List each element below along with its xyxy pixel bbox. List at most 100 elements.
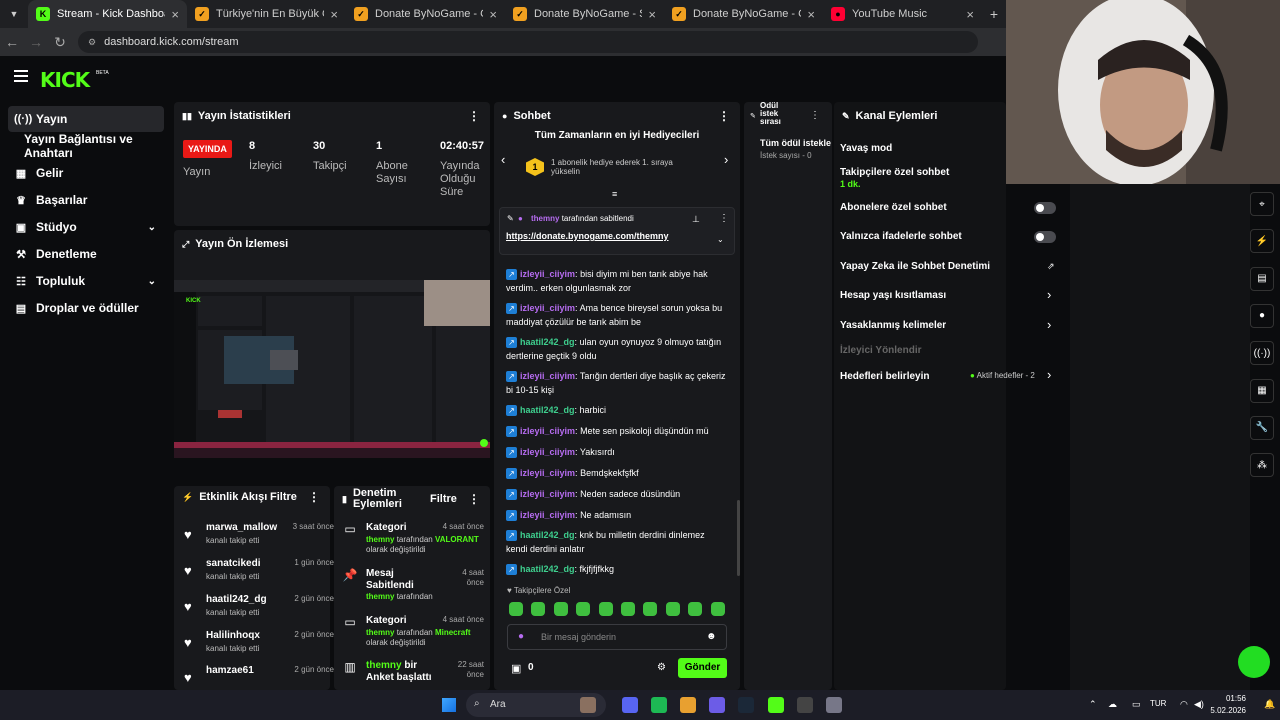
chevron-up-icon[interactable]: ⌃ (1089, 699, 1097, 710)
chat-username[interactable]: izleyii_ciiyim (520, 468, 575, 478)
windows-start-icon[interactable] (442, 698, 456, 712)
clock-date[interactable]: 5.02.2026 (1206, 706, 1246, 715)
chrome-icon[interactable] (680, 697, 696, 713)
notification-icon[interactable]: 🔔 (1264, 699, 1275, 710)
activity-user[interactable]: sanatcikedi (206, 558, 260, 569)
tab-list-button[interactable]: ▼ (0, 0, 28, 28)
more-icon[interactable]: ⋮ (468, 492, 480, 506)
mod-filter-button[interactable]: Filtre (430, 493, 457, 505)
chat-username[interactable]: haatil242_dg (520, 405, 575, 415)
close-icon[interactable]: × (648, 7, 656, 22)
chat-username[interactable]: izleyii_ciiyim (520, 426, 575, 436)
sidebar-item-stream-key[interactable]: Yayın Bağlantısı ve Anahtarı (8, 132, 173, 160)
chevron-left-icon[interactable]: ‹ (501, 152, 505, 167)
emote-icon[interactable] (621, 602, 635, 616)
activity-user[interactable]: hamzae61 (206, 665, 254, 676)
emote-icon[interactable] (576, 602, 591, 616)
close-icon[interactable]: × (489, 7, 497, 22)
more-icon[interactable]: ⋮ (719, 213, 729, 224)
more-icon[interactable]: ⋮ (810, 110, 820, 121)
more-icon[interactable]: ⋮ (718, 109, 730, 123)
pinned-link[interactable]: https://donate.bynogame.com/themny (506, 231, 669, 241)
activity-user[interactable]: marwa_mallow (206, 522, 277, 533)
emoji-icon[interactable]: ☻ (706, 631, 717, 642)
sidebar-item-studyo[interactable]: ▣ Stüdyo ⌄ (8, 214, 164, 240)
more-icon[interactable]: ⋮ (308, 490, 320, 504)
close-icon[interactable]: × (330, 7, 338, 22)
chevron-down-icon[interactable]: ⌄ (717, 235, 724, 244)
browser-tab[interactable]: ✓ Donate ByNoGame - Streamer × (505, 0, 664, 28)
kick-logo[interactable]: KICK (40, 68, 90, 92)
browser-tabs-icon[interactable] (580, 697, 596, 713)
chat-username[interactable]: haatil242_dg (520, 530, 575, 540)
chat-username[interactable]: haatil242_dg (520, 337, 575, 347)
broadcast-icon[interactable]: ((·)) (1250, 341, 1274, 366)
chevron-right-icon[interactable]: › (724, 152, 728, 167)
language-indicator[interactable]: TUR (1150, 699, 1166, 708)
url-field[interactable]: ⚙ dashboard.kick.com/stream (78, 31, 978, 53)
layout-icon[interactable]: ▦ (1250, 378, 1274, 403)
lightning-icon[interactable]: ⚡ (1250, 229, 1274, 254)
close-icon[interactable]: × (171, 7, 179, 22)
emote-chat-toggle[interactable] (1034, 231, 1056, 243)
wifi-icon[interactable]: ◠ (1180, 699, 1188, 710)
close-icon[interactable]: × (966, 7, 974, 22)
collapse-icon[interactable]: ≡ (612, 189, 617, 199)
volume-icon[interactable]: ◀) (1194, 699, 1204, 710)
clipboard-icon[interactable]: ▤ (1250, 266, 1274, 291)
close-icon[interactable]: × (807, 7, 815, 22)
reload-icon[interactable]: ↻ (48, 34, 72, 51)
activity-user[interactable]: haatil242_dg (206, 594, 267, 605)
slow-mode-button[interactable]: Yavaş mod (840, 143, 892, 154)
emote-icon[interactable] (509, 602, 523, 616)
browser-tab[interactable]: ✓ Türkiye'nin En Büyük Oyuncu D × (187, 0, 346, 28)
steam-icon[interactable] (738, 697, 754, 713)
set-goals-button[interactable]: Hedefleri belirleyin (840, 371, 929, 382)
sidebar-item-denetleme[interactable]: ⚒ Denetleme (8, 241, 164, 267)
back-icon[interactable]: ← (0, 34, 24, 50)
browser-tab[interactable]: ● YouTube Music × (823, 0, 982, 28)
emote-icon[interactable] (531, 602, 546, 616)
unpin-icon[interactable]: ⊥ (692, 214, 700, 225)
chat-username[interactable]: haatil242_dg (520, 564, 575, 574)
emote-icon[interactable] (665, 602, 680, 616)
browser-tab[interactable]: ✓ Donate ByNoGame - Gelen/Gid × (664, 0, 823, 28)
chat-username[interactable]: izleyii_ciiyim (520, 447, 575, 457)
redirect-viewers-button[interactable]: İzleyici Yönlendir (840, 345, 922, 356)
account-age-button[interactable]: Hesap yaşı kısıtlaması (840, 290, 946, 301)
wrench-icon[interactable]: 🔧 (1250, 415, 1274, 440)
emote-icon[interactable] (688, 602, 703, 616)
site-info-icon[interactable]: ⚙ (88, 37, 96, 48)
banned-words-button[interactable]: Yasaklanmış kelimeler (840, 320, 946, 331)
clock-time[interactable]: 01:56 (1210, 694, 1246, 703)
sidebar-item-gelir[interactable]: ▦ Gelir (8, 160, 164, 186)
emote-icon[interactable] (598, 602, 613, 616)
settings-icon[interactable]: ⚙ (657, 662, 666, 673)
chat-icon[interactable]: ● (1250, 303, 1274, 328)
stream-preview[interactable]: KICK (174, 280, 490, 458)
forward-icon[interactable]: → (24, 34, 48, 50)
followers-chat-button[interactable]: Takipçilere özel sohbet (840, 167, 949, 178)
emote-icon[interactable] (710, 602, 725, 616)
discord-icon[interactable] (622, 697, 638, 713)
activity-filter-button[interactable]: Filtre (270, 491, 297, 503)
chat-input[interactable]: ● Bir mesaj gönderin ☻ (507, 624, 727, 650)
chat-scrollbar[interactable] (737, 500, 740, 576)
sidebar-item-topluluk[interactable]: ☷ Topluluk ⌄ (8, 268, 164, 294)
tray-icon[interactable]: ▭ (1132, 699, 1141, 710)
people-icon[interactable]: ⁂ (1250, 453, 1274, 478)
subs-chat-toggle[interactable] (1034, 202, 1056, 214)
target-icon[interactable]: ⌖ (1250, 192, 1274, 216)
chat-username[interactable]: izleyii_ciiyim (520, 489, 575, 499)
spotify-icon[interactable] (651, 697, 667, 713)
chat-username[interactable]: izleyii_ciiyim (520, 269, 575, 279)
send-button[interactable]: Gönder (678, 658, 727, 678)
obs-icon[interactable] (797, 697, 813, 713)
activity-user[interactable]: Halilinhoqx (206, 630, 260, 641)
sidebar-item-basarilar[interactable]: ♛ Başarılar (8, 187, 164, 213)
sidebar-item-droplar[interactable]: ▤ Droplar ve ödüller (8, 295, 164, 321)
cloud-icon[interactable]: ☁ (1108, 699, 1117, 710)
app-icon[interactable] (826, 697, 842, 713)
new-tab-button[interactable]: + (982, 0, 1006, 28)
chat-username[interactable]: izleyii_ciiyim (520, 371, 575, 381)
